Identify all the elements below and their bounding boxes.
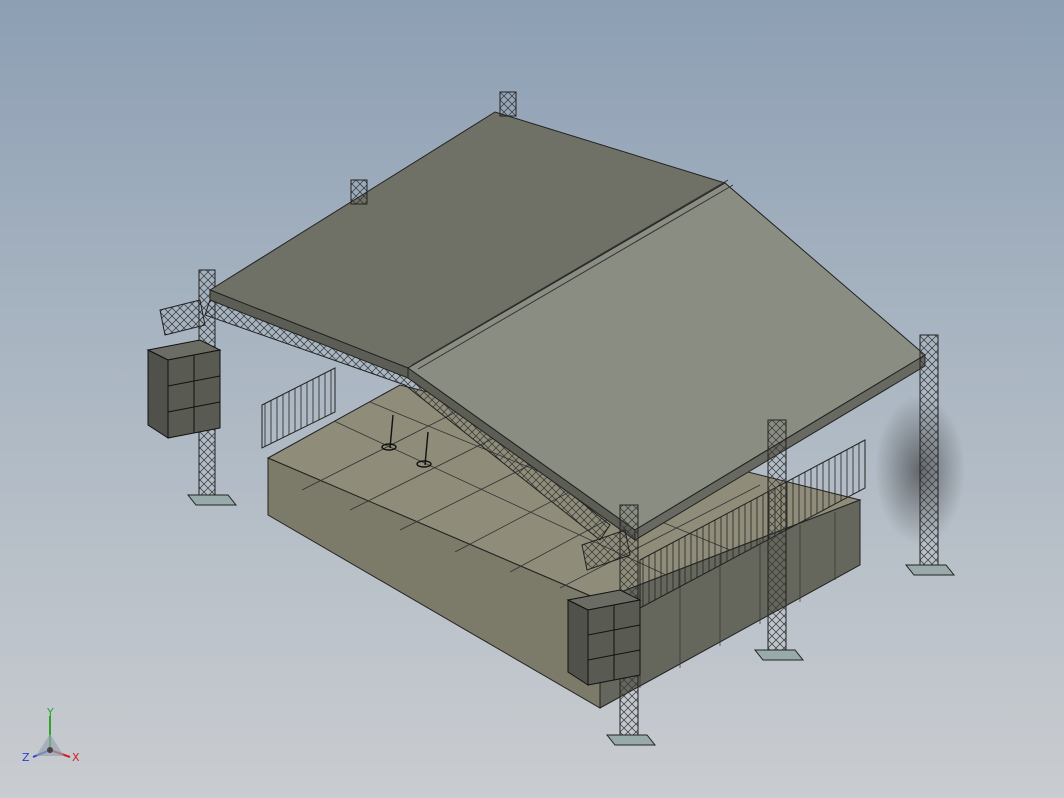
triad-x-label: X <box>72 751 80 764</box>
triad-z-label: Z <box>22 751 30 764</box>
cad-viewport[interactable]: Y X Z <box>0 0 1064 798</box>
truss-cap-middle <box>350 179 368 205</box>
orientation-triad[interactable]: Y X Z <box>22 706 80 764</box>
stage-model-view[interactable]: Y X Z <box>0 0 1064 798</box>
truss-cap-back <box>499 91 517 117</box>
triad-y-label: Y <box>46 706 54 719</box>
